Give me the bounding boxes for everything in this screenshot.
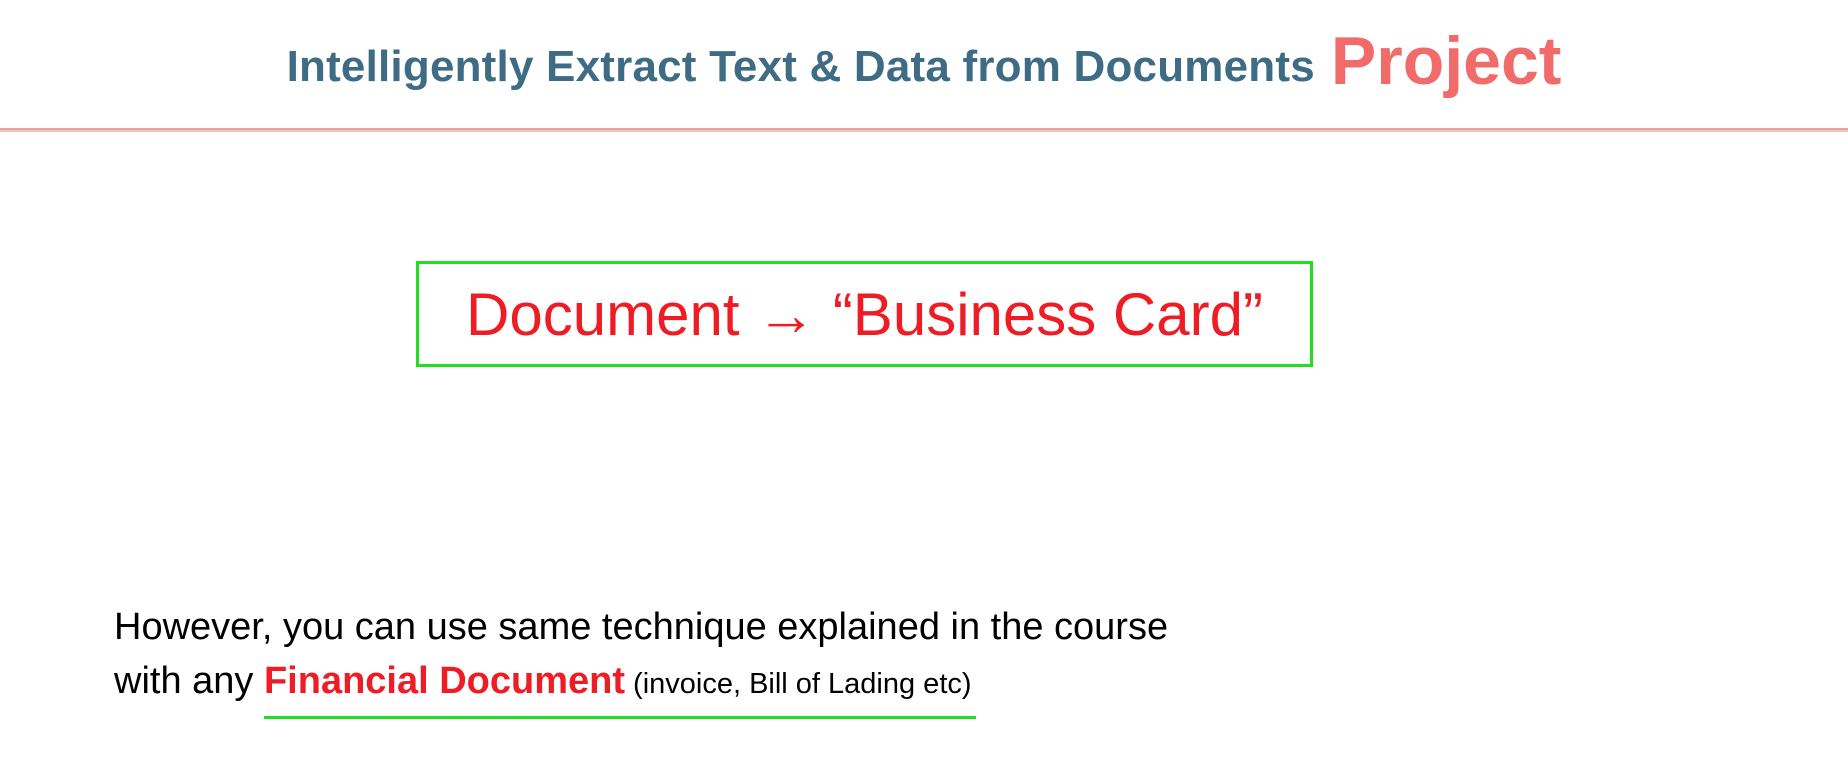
body-line-2-prefix: with any bbox=[114, 660, 264, 702]
highlight-group: Financial Document (invoice, Bill of Ladi… bbox=[263, 654, 976, 719]
highlight-underline bbox=[263, 716, 976, 719]
highlight-note: (invoice, Bill of Lading etc) bbox=[633, 668, 972, 700]
highlight-financial-document: Financial Document bbox=[263, 660, 626, 702]
slide-title: Intelligently Extract Text & Data from D… bbox=[0, 12, 1848, 122]
body-paragraph: However, you can use same technique expl… bbox=[114, 600, 1414, 719]
body-line-1: However, you can use same technique expl… bbox=[114, 606, 1169, 648]
slide: Intelligently Extract Text & Data from D… bbox=[0, 0, 1848, 771]
title-divider bbox=[0, 128, 1848, 132]
body-line-2: with any Financial Document (invoice, Bil… bbox=[114, 654, 1414, 719]
slide-title-accent: Project bbox=[1330, 23, 1562, 99]
callout-text: Document → “Business Card” bbox=[466, 280, 1263, 348]
callout-box: Document → “Business Card” bbox=[416, 261, 1313, 367]
slide-title-main: Intelligently Extract Text & Data from D… bbox=[286, 42, 1315, 91]
